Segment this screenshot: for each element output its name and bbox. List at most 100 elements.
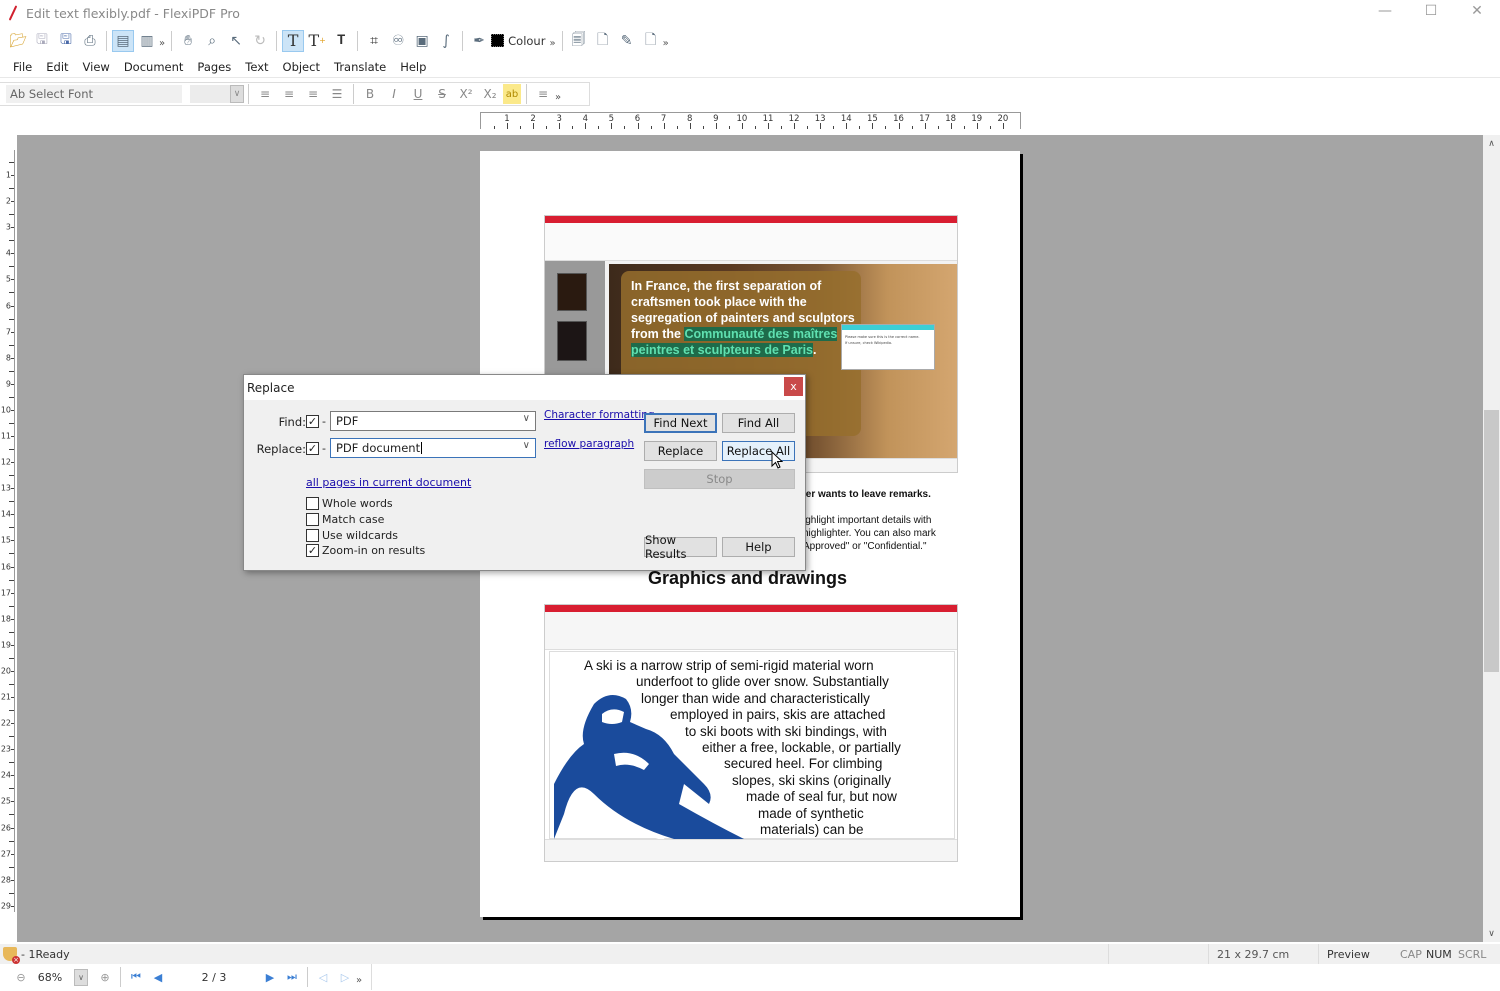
find-next-button[interactable]: Find Next (644, 413, 717, 433)
eyedropper-icon[interactable]: ✒ (468, 30, 490, 52)
maximize-button[interactable]: ☐ (1408, 0, 1454, 22)
single-page-view-icon[interactable]: ▤ (112, 29, 134, 52)
align-left-icon[interactable]: ≡ (254, 84, 276, 104)
page-edit-icon[interactable]: ✎ (616, 30, 638, 52)
scroll-down-icon[interactable]: ∨ (1483, 925, 1500, 942)
highlight-button[interactable]: ab (503, 84, 521, 104)
flexipdf-logo-icon (6, 5, 20, 21)
toolbar-overflow-button[interactable]: » (549, 38, 555, 49)
menu-pages[interactable]: Pages (190, 60, 238, 74)
use-wildcards-checkbox[interactable] (306, 529, 319, 542)
next-page-icon[interactable]: ▶︎ (259, 966, 281, 988)
close-window-button[interactable]: ✕ (1454, 0, 1500, 22)
replace-all-button[interactable]: Replace All (722, 441, 795, 461)
zoom-level[interactable]: 68% (32, 971, 68, 984)
nav-overflow-button[interactable]: » (356, 975, 362, 986)
toolbar-overflow-button[interactable]: » (159, 38, 165, 49)
replace-button[interactable]: Replace (644, 441, 717, 461)
colour-label[interactable]: Colour (508, 34, 545, 48)
last-page-icon[interactable]: ⏭︎ (281, 966, 303, 988)
crop-icon[interactable]: ⌗ (363, 30, 385, 52)
page-delete-icon[interactable]: 🗋︎ (640, 30, 662, 52)
snapshot-icon[interactable]: ▣ (411, 30, 433, 52)
subscript-button[interactable]: X₂ (479, 84, 501, 104)
replace-enable-checkbox[interactable]: ✓ (306, 442, 319, 455)
scrollbar-thumb[interactable] (1484, 410, 1499, 672)
print-icon[interactable]: ⎙ (79, 30, 101, 52)
scroll-up-icon[interactable]: ∧ (1483, 135, 1500, 152)
vertical-scrollbar[interactable]: ∧ ∨ (1483, 135, 1500, 942)
reflow-paragraph-link[interactable]: reflow paragraph (544, 438, 634, 450)
path-icon[interactable]: ∫ (435, 30, 457, 52)
bold-button[interactable]: B (359, 84, 381, 104)
list-button[interactable]: ≡ (532, 84, 554, 104)
justify-icon[interactable]: ☰ (326, 84, 348, 104)
character-formatting-link[interactable]: Character formatting (544, 409, 655, 421)
zoom-in-icon[interactable]: ⊕ (94, 966, 116, 988)
first-page-icon[interactable]: ⏮︎ (125, 966, 147, 988)
text-add-icon[interactable]: T + (306, 30, 328, 52)
link-icon[interactable]: ♾ (387, 30, 409, 52)
stop-button[interactable]: Stop (644, 469, 795, 489)
strikethrough-button[interactable]: S (431, 84, 453, 104)
superscript-button[interactable]: X² (455, 84, 477, 104)
toolbar-separator (120, 967, 121, 987)
match-case-checkbox[interactable] (306, 513, 319, 526)
page-insert-icon[interactable]: 🗋︎ (592, 30, 614, 52)
chevron-down-icon[interactable]: ∨ (230, 85, 244, 103)
two-page-view-icon[interactable]: ▥ (136, 30, 158, 52)
save-icon[interactable]: 🖫︎ (31, 30, 53, 52)
history-back-icon[interactable]: ◁ (312, 966, 334, 988)
menu-translate[interactable]: Translate (327, 60, 393, 74)
toolbar-overflow-button[interactable]: » (663, 38, 669, 49)
rotate-icon[interactable]: ↻ (249, 30, 271, 52)
chevron-down-icon[interactable]: ∨ (523, 440, 530, 451)
whole-words-checkbox[interactable] (306, 497, 319, 510)
find-all-button[interactable]: Find All (722, 413, 795, 433)
align-right-icon[interactable]: ≡ (302, 84, 324, 104)
menu-file[interactable]: File (6, 60, 39, 74)
show-results-button[interactable]: Show Results (644, 533, 717, 561)
menu-view[interactable]: View (76, 60, 117, 74)
dialog-close-button[interactable]: x (784, 377, 803, 396)
text-edit-icon[interactable]: T (282, 29, 305, 52)
save-as-icon[interactable]: 🖫︎ (55, 30, 77, 52)
replace-input[interactable]: PDF document ∨ (330, 438, 536, 458)
open-folder-icon[interactable]: 📂︎ (7, 30, 29, 52)
format-overflow-button[interactable]: » (555, 92, 561, 103)
zoom-out-icon[interactable]: ⊖ (10, 966, 32, 988)
zoom-dropdown[interactable]: ∨ (74, 968, 88, 986)
ruler-label: 23 (0, 744, 11, 754)
menu-document[interactable]: Document (117, 60, 191, 74)
text-format-icon[interactable]: 𝐓 (330, 30, 352, 52)
font-select[interactable]: Ab Select Font (6, 85, 182, 103)
menu-text[interactable]: Text (238, 60, 275, 74)
menu-help[interactable]: Help (393, 60, 433, 74)
font-size-select[interactable]: ∨ (190, 85, 244, 103)
align-center-icon[interactable]: ≡ (278, 84, 300, 104)
scroll-lock-indicator: SCRL (1458, 947, 1487, 961)
underline-button[interactable]: U (407, 84, 429, 104)
zoom-tool-icon[interactable]: ⌕ (201, 30, 223, 52)
menu-object[interactable]: Object (276, 60, 327, 74)
search-scope-link[interactable]: all pages in current document (306, 476, 471, 489)
ruler-tick (702, 126, 704, 129)
find-enable-checkbox[interactable]: ✓ (306, 415, 319, 428)
hand-tool-icon[interactable]: ✋︎ (177, 30, 199, 52)
page-extract-icon[interactable]: 🗐︎ (568, 30, 590, 52)
colour-swatch-icon[interactable] (490, 33, 506, 48)
help-button[interactable]: Help (722, 537, 795, 557)
chevron-down-icon[interactable]: ∨ (523, 413, 530, 424)
minimize-button[interactable]: — (1362, 0, 1408, 22)
italic-button[interactable]: I (383, 84, 405, 104)
ruler-tick (11, 357, 14, 359)
zoom-in-results-checkbox[interactable]: ✓ (306, 544, 319, 557)
find-input[interactable]: PDF ∨ (330, 411, 536, 431)
security-warning-icon[interactable] (3, 947, 20, 964)
toolbar-separator (561, 30, 563, 51)
select-arrow-icon[interactable]: ↖ (225, 30, 247, 52)
menu-edit[interactable]: Edit (39, 60, 75, 74)
history-forward-icon[interactable]: ▷ (334, 966, 356, 988)
page-indicator[interactable]: 2 / 3 (169, 971, 259, 984)
previous-page-icon[interactable]: ◀︎ (147, 966, 169, 988)
